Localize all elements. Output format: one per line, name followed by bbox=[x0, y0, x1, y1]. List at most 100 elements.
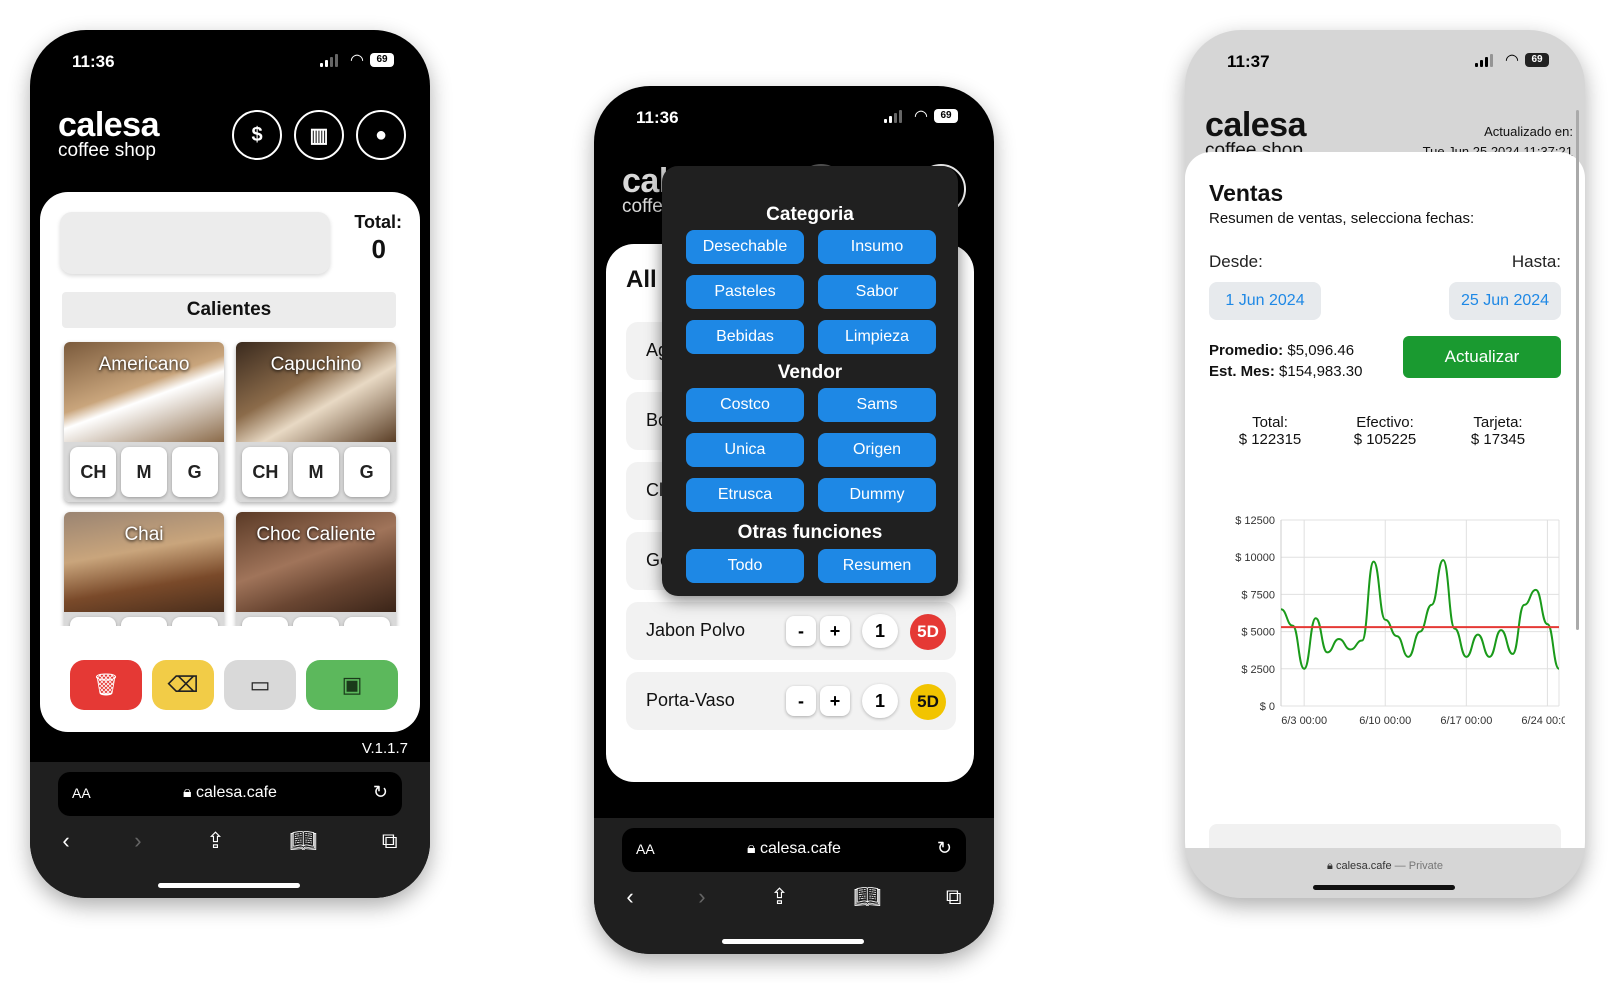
stat-tarjeta: Tarjeta: $ 17345 bbox=[1470, 414, 1526, 448]
filter-sabor-button[interactable]: Sabor bbox=[818, 275, 936, 309]
status-time: 11:37 bbox=[1227, 52, 1270, 71]
size-g-button[interactable]: G bbox=[343, 617, 390, 626]
increment-button[interactable]: + bbox=[820, 616, 850, 646]
scrollbar[interactable] bbox=[1576, 110, 1579, 630]
share-icon[interactable]: ⇪ bbox=[770, 884, 788, 914]
back-icon[interactable]: ‹ bbox=[626, 884, 633, 914]
resumen-button[interactable]: Resumen bbox=[818, 549, 936, 583]
back-icon[interactable]: ‹ bbox=[62, 828, 69, 858]
forward-icon[interactable]: › bbox=[698, 884, 705, 914]
bookmarks-icon[interactable]: 📖︎ bbox=[289, 828, 317, 858]
vendor-unica-button[interactable]: Unica bbox=[686, 433, 804, 467]
share-icon[interactable]: ⇪ bbox=[206, 828, 224, 858]
price-tag: 5D bbox=[910, 684, 946, 720]
home-indicator bbox=[722, 939, 864, 944]
bottom-panel bbox=[1209, 824, 1561, 848]
url-text: 🔒︎ calesa.cafe bbox=[747, 840, 841, 857]
product-choc-caliente[interactable]: Choc Caliente CH M G bbox=[236, 512, 396, 626]
size-m-button[interactable]: M bbox=[120, 617, 167, 626]
size-g-button[interactable]: G bbox=[171, 617, 218, 626]
tabs-icon[interactable]: ⧉ bbox=[382, 828, 398, 858]
filter-insumo-button[interactable]: Insumo bbox=[818, 230, 936, 264]
safari-toolbar: AA 🔒︎ calesa.cafe ↻ ‹ › ⇪ 📖︎ ⧉ bbox=[594, 818, 994, 954]
y-tick-label: $ 7500 bbox=[1241, 589, 1275, 601]
hasta-date-picker[interactable]: 25 Jun 2024 bbox=[1449, 282, 1561, 320]
filter-limpieza-button[interactable]: Limpieza bbox=[818, 320, 936, 354]
size-ch-button[interactable]: CH bbox=[242, 447, 289, 497]
vendor-etrusca-button[interactable]: Etrusca bbox=[686, 478, 804, 512]
size-ch-button[interactable]: CH bbox=[70, 617, 117, 626]
vendor-origen-button[interactable]: Origen bbox=[818, 433, 936, 467]
bookmarks-icon[interactable]: 📖︎ bbox=[853, 884, 881, 914]
card-payment-button[interactable]: ▭ bbox=[224, 660, 296, 710]
user-button[interactable]: ● bbox=[356, 110, 406, 160]
estmes-label: Est. Mes: bbox=[1209, 363, 1275, 380]
filter-pasteles-button[interactable]: Pasteles bbox=[686, 275, 804, 309]
promedio-label: Promedio: bbox=[1209, 342, 1284, 359]
backspace-button[interactable]: ⌫ bbox=[152, 660, 214, 710]
size-m-button[interactable]: M bbox=[292, 617, 339, 626]
decrement-button[interactable]: - bbox=[786, 686, 816, 716]
updated-label: Actualizado en: bbox=[1484, 124, 1573, 139]
size-g-button[interactable]: G bbox=[171, 447, 218, 497]
vendor-sams-button[interactable]: Sams bbox=[818, 388, 936, 422]
sales-series-line bbox=[1280, 559, 1560, 670]
sales-title: Ventas bbox=[1209, 180, 1284, 206]
signal-icon bbox=[1475, 54, 1493, 67]
safari-footer: 🔒︎ calesa.cafe — Private bbox=[1185, 848, 1585, 898]
delete-order-button[interactable]: 🗑 bbox=[70, 660, 142, 710]
payment-button[interactable]: $ bbox=[232, 110, 282, 160]
vendor-dummy-button[interactable]: Dummy bbox=[818, 478, 936, 512]
size-g-button[interactable]: G bbox=[343, 447, 390, 497]
tabs-icon[interactable]: ⧉ bbox=[946, 884, 962, 914]
size-m-button[interactable]: M bbox=[120, 447, 167, 497]
actualizar-button[interactable]: Actualizar bbox=[1403, 336, 1561, 378]
size-ch-button[interactable]: CH bbox=[242, 617, 289, 626]
filter-bebidas-button[interactable]: Bebidas bbox=[686, 320, 804, 354]
reload-icon[interactable]: ↻ bbox=[373, 782, 388, 803]
y-tick-label: $ 12500 bbox=[1235, 515, 1275, 527]
stat-efectivo: Efectivo: $ 105225 bbox=[1353, 414, 1417, 448]
size-m-button[interactable]: M bbox=[292, 447, 339, 497]
price-tag: 5D bbox=[910, 614, 946, 650]
forward-icon[interactable]: › bbox=[134, 828, 141, 858]
sales-chart-button[interactable]: ▥ bbox=[294, 110, 344, 160]
cash-payment-button[interactable]: ▣ bbox=[306, 660, 398, 710]
vendor-title: Vendor bbox=[777, 362, 843, 383]
increment-button[interactable]: + bbox=[820, 686, 850, 716]
filter-desechable-button[interactable]: Desechable bbox=[686, 230, 804, 264]
hasta-label: Hasta: bbox=[1511, 252, 1561, 271]
status-bar: 11:37 ◠ 69 bbox=[1185, 30, 1585, 90]
version-label: V.1.1.7 bbox=[361, 740, 408, 757]
x-tick-label: 6/10 00:00 bbox=[1359, 715, 1411, 727]
product-americano[interactable]: Americano CH M G bbox=[64, 342, 224, 502]
status-time: 11:36 bbox=[72, 52, 115, 71]
categoria-title: Categoria bbox=[766, 204, 854, 225]
chart-icon: ▥ bbox=[309, 124, 329, 147]
inventory-row: Jabon Polvo - + 1 5D bbox=[626, 602, 956, 660]
status-time: 11:36 bbox=[636, 108, 679, 127]
desde-date-picker[interactable]: 1 Jun 2024 bbox=[1209, 282, 1321, 320]
y-tick-label: $ 2500 bbox=[1241, 664, 1275, 676]
tab-all[interactable]: All bbox=[626, 266, 657, 294]
summary-stats: Promedio: $5,096.46 Est. Mes: $154,983.3… bbox=[1209, 340, 1362, 382]
safari-toolbar: AA 🔒︎ calesa.cafe ↻ ‹ › ⇪ 📖︎ ⧉ bbox=[30, 762, 430, 898]
vendor-costco-button[interactable]: Costco bbox=[686, 388, 804, 422]
filter-menu: Categoria Desechable Insumo Pasteles Sab… bbox=[662, 166, 958, 596]
quantity-value: 1 bbox=[862, 684, 898, 718]
todo-button[interactable]: Todo bbox=[686, 549, 804, 583]
address-bar[interactable]: AA 🔒︎ calesa.cafe ↻ bbox=[622, 828, 966, 872]
product-capuchino[interactable]: Capuchino CH M G bbox=[236, 342, 396, 502]
address-bar[interactable]: AA 🔒︎ calesa.cafe ↻ bbox=[58, 772, 402, 816]
total-value: 0 bbox=[371, 234, 386, 264]
lock-icon: 🔒︎ bbox=[747, 840, 756, 857]
product-chai[interactable]: Chai CH M G bbox=[64, 512, 224, 626]
backspace-icon: ⌫ bbox=[167, 672, 199, 697]
reload-icon[interactable]: ↻ bbox=[937, 838, 952, 859]
sales-line-chart: $ 0 $ 2500 $ 5000 $ 7500 $ 10000 $ 12500 6/3 0… bbox=[1235, 515, 1565, 727]
status-bar: 11:36 ◠ 69 bbox=[30, 30, 430, 90]
quantity-value: 1 bbox=[862, 614, 898, 648]
size-ch-button[interactable]: CH bbox=[70, 447, 117, 497]
wifi-icon: ◠ bbox=[350, 52, 364, 69]
decrement-button[interactable]: - bbox=[786, 616, 816, 646]
